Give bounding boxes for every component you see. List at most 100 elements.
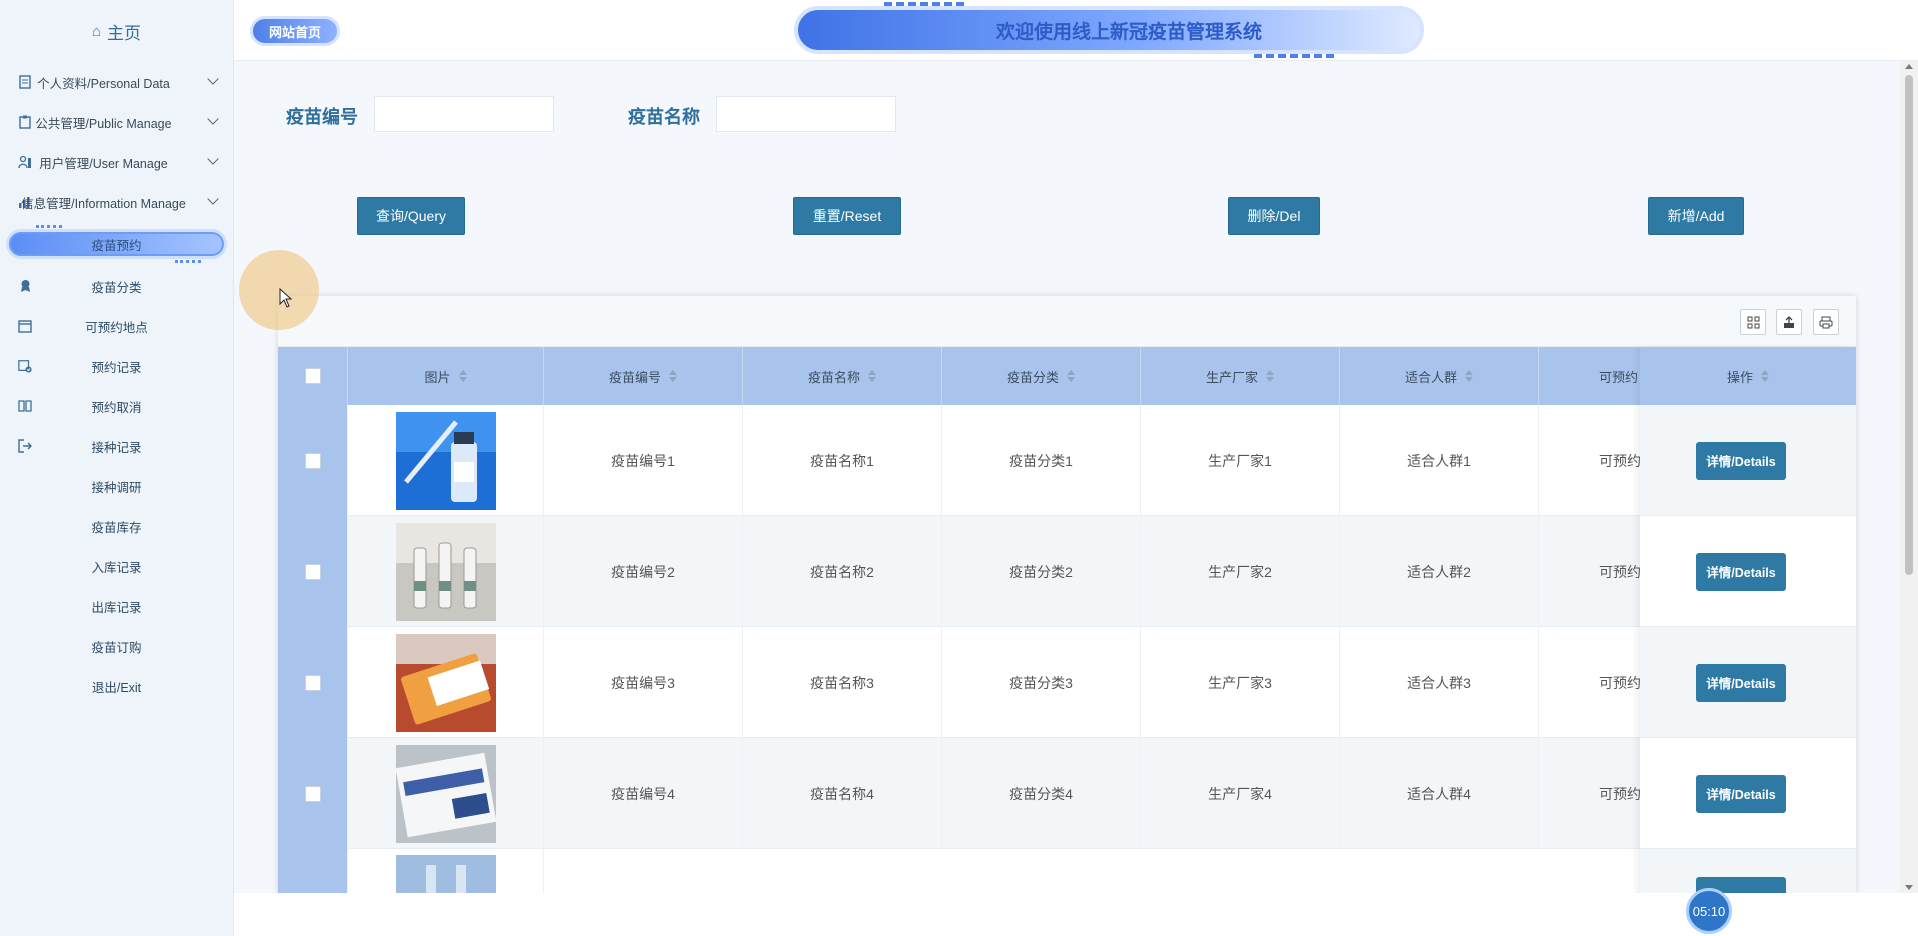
page-scrollbar[interactable]: [1900, 61, 1918, 893]
sidebar-item-vaccine-appointment[interactable]: 疫苗预约: [0, 222, 233, 266]
timer-badge[interactable]: 05:10: [1686, 888, 1732, 934]
decor-dots: [175, 260, 201, 263]
col-header-manufacturer[interactable]: 生产厂家: [1141, 347, 1340, 405]
export-icon[interactable]: [1776, 309, 1802, 335]
sidebar-item-label: 预约取消: [91, 400, 142, 415]
columns-icon[interactable]: [1740, 309, 1766, 335]
table-row: 疫苗编号3 疫苗名称3 疫苗分类3 生产厂家3 适合人群3 可预约: [278, 627, 1856, 738]
row-checkbox-cell: [278, 405, 348, 516]
target-group-cell: 适合人群2: [1340, 516, 1539, 627]
add-button[interactable]: 新增/Add: [1648, 197, 1744, 235]
sort-icon: [1761, 370, 1769, 382]
home-icon: ⌂: [91, 22, 102, 40]
ops-row: 详情/Details: [1640, 405, 1856, 516]
decor-dots: [36, 225, 62, 228]
menu-group-information-manage[interactable]: 信息管理/Information Manage: [0, 182, 233, 222]
sidebar-item-label: 疫苗预约: [91, 238, 142, 253]
row-checkbox[interactable]: [304, 674, 321, 691]
image-cell: [348, 405, 544, 516]
row-checkbox[interactable]: [304, 785, 321, 802]
sidebar-item-stock-out-records[interactable]: 出库记录: [0, 586, 233, 626]
col-header-operations[interactable]: 操作: [1640, 347, 1856, 405]
sidebar-item-label: 出库记录: [91, 600, 142, 615]
category-cell: 疫苗分类2: [942, 516, 1141, 627]
manufacturer-cell: 生产厂家1: [1141, 405, 1340, 516]
sort-icon: [868, 370, 876, 382]
mouse-cursor-icon: [279, 288, 293, 308]
vaccine-table: 图片 疫苗编号 疫苗名称 疫苗分类 生产厂家 适合人群 可预约 疫苗编号1 疫苗…: [278, 296, 1856, 894]
image-cell: [348, 738, 544, 849]
sidebar-item-appointment-cancel[interactable]: 预约取消: [0, 386, 233, 426]
code-cell: 疫苗编号1: [544, 405, 743, 516]
sidebar-item-stock-in-records[interactable]: 入库记录: [0, 546, 233, 586]
reset-button[interactable]: 重置/Reset: [793, 197, 901, 235]
sort-icon: [1067, 370, 1075, 382]
details-button[interactable]: 详情/Details: [1696, 552, 1786, 591]
print-icon[interactable]: [1813, 309, 1839, 335]
sidebar-item-vaccine-category[interactable]: 疫苗分类: [0, 266, 233, 306]
details-button[interactable]: 详情/Details: [1696, 663, 1786, 702]
sidebar-item-exit[interactable]: 退出/Exit: [0, 666, 233, 706]
menu-group-public-manage[interactable]: 公共管理/Public Manage: [0, 102, 233, 142]
sidebar-item-label: 预约记录: [91, 360, 142, 375]
code-cell: 疫苗编号3: [544, 627, 743, 738]
ops-row: 详情/Details: [1640, 627, 1856, 738]
vaccine-code-input[interactable]: [374, 96, 554, 132]
menu-group-user-manage[interactable]: 用户管理/User Manage: [0, 142, 233, 182]
chevron-down-icon: [207, 153, 219, 165]
table-row: 疫苗编号2 疫苗名称2 疫苗分类2 生产厂家2 适合人群2 可预约: [278, 516, 1856, 627]
book-icon: [18, 399, 32, 413]
calendar-icon: [18, 319, 32, 333]
vaccine-name-input[interactable]: [716, 96, 896, 132]
website-home-button[interactable]: 网站首页: [250, 16, 340, 46]
sidebar-home[interactable]: ⌂ 主页: [0, 0, 233, 62]
manufacturer-cell: 生产厂家3: [1141, 627, 1340, 738]
scroll-up-icon[interactable]: [1905, 64, 1913, 69]
scroll-thumb[interactable]: [1905, 75, 1913, 575]
col-header-code[interactable]: 疫苗编号: [544, 347, 743, 405]
col-header-image[interactable]: 图片: [348, 347, 544, 405]
sidebar-item-vaccine-order[interactable]: 疫苗订购: [0, 626, 233, 666]
scroll-down-icon[interactable]: [1905, 885, 1913, 890]
sidebar-item-vaccine-stock[interactable]: 疫苗库存: [0, 506, 233, 546]
details-button[interactable]: 详情/Details: [1696, 774, 1786, 813]
delete-button[interactable]: 删除/Del: [1228, 197, 1320, 235]
home-label: 主页: [107, 23, 142, 43]
sidebar-item-appointment-records[interactable]: 预约记录: [0, 346, 233, 386]
menu-group-label: 个人资料/Personal Data: [37, 76, 170, 91]
sort-icon: [669, 370, 677, 382]
decor-dashes: [884, 2, 964, 6]
col-header-name[interactable]: 疫苗名称: [743, 347, 942, 405]
chevron-down-icon: [207, 193, 219, 205]
sort-icon: [458, 370, 467, 382]
target-group-cell: 适合人群4: [1340, 738, 1539, 849]
col-header-category[interactable]: 疫苗分类: [942, 347, 1141, 405]
image-cell: [348, 516, 544, 627]
sidebar-item-vaccination-survey[interactable]: 接种调研: [0, 466, 233, 506]
col-header-target-group[interactable]: 适合人群: [1340, 347, 1539, 405]
row-checkbox[interactable]: [304, 563, 321, 580]
vaccine-image: [395, 522, 496, 621]
table-header: 图片 疫苗编号 疫苗名称 疫苗分类 生产厂家 适合人群 可预约: [278, 347, 1856, 405]
search-panel: 疫苗编号 疫苗名称 查询/Query 重置/Reset 删除/Del 新增/Ad…: [234, 61, 1900, 291]
sidebar-item-label: 入库记录: [91, 560, 142, 575]
vaccine-image: [395, 744, 496, 843]
details-button[interactable]: 详情/Details: [1696, 441, 1786, 480]
sidebar-item-label: 接种记录: [91, 440, 142, 455]
sidebar-item-vaccination-records[interactable]: 接种记录: [0, 426, 233, 466]
target-group-cell: 适合人群3: [1340, 627, 1539, 738]
sidebar-item-bookable-locations[interactable]: 可预约地点: [0, 306, 233, 346]
table-row: 疫苗编号1 疫苗名称1 疫苗分类1 生产厂家1 适合人群1 可预约: [278, 405, 1856, 516]
table-row: 疫苗编号4 疫苗名称4 疫苗分类4 生产厂家4 适合人群4 可预约: [278, 738, 1856, 849]
table-body: 疫苗编号1 疫苗名称1 疫苗分类1 生产厂家1 适合人群1 可预约 疫苗编号2 …: [278, 405, 1856, 894]
row-checkbox[interactable]: [304, 452, 321, 469]
query-button[interactable]: 查询/Query: [357, 197, 465, 235]
row-checkbox-cell: [278, 738, 348, 849]
logout-icon: [18, 439, 32, 453]
page-footer: [234, 893, 1918, 936]
select-all-checkbox[interactable]: [304, 368, 321, 384]
image-cell: [348, 627, 544, 738]
menu-group-personal-data[interactable]: 个人资料/Personal Data: [0, 62, 233, 102]
table-row-partial: [278, 849, 1856, 894]
menu-group-label: 用户管理/User Manage: [39, 156, 168, 171]
